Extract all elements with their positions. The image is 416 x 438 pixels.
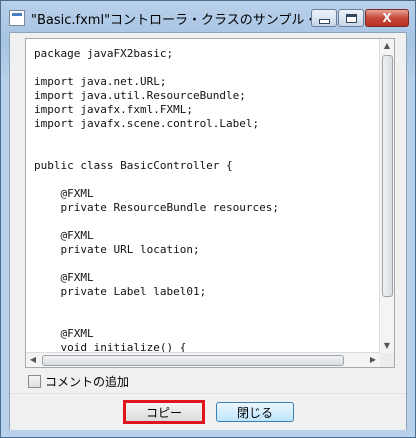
close-window-button[interactable]: X [365,9,409,27]
close-icon: X [382,11,392,25]
window-title: "Basic.fxml"コントローラ・クラスのサンプル・... [31,13,311,28]
app-icon [9,10,25,26]
scroll-up-icon[interactable]: ▲ [380,39,394,53]
horizontal-scroll-thumb[interactable] [42,355,344,366]
add-comment-checkbox[interactable] [28,374,41,388]
add-comment-label[interactable]: コメントの追加 [45,373,129,390]
add-comment-option[interactable]: コメントの追加 [28,373,129,389]
dialog-content: package javaFX2basic; import java.net.UR… [9,32,407,430]
vertical-scroll-thumb[interactable] [382,55,393,297]
maximize-button[interactable] [338,9,364,27]
scroll-left-icon[interactable]: ◀ [26,353,40,367]
close-button[interactable]: 閉じる [216,402,294,422]
vertical-scrollbar[interactable]: ▲ ▼ [379,39,394,353]
scroll-right-icon[interactable]: ▶ [366,353,380,367]
maximize-icon [345,13,357,23]
minimize-button[interactable] [311,9,337,27]
scrollbar-corner [380,353,394,367]
horizontal-scrollbar[interactable]: ◀ ▶ [26,352,380,367]
code-text[interactable]: package javaFX2basic; import java.net.UR… [34,47,394,367]
dialog-window: "Basic.fxml"コントローラ・クラスのサンプル・... X packag… [0,0,416,438]
minimize-icon [318,18,330,24]
code-text-area[interactable]: package javaFX2basic; import java.net.UR… [25,38,395,368]
copy-button[interactable]: コピー [123,400,205,424]
title-bar[interactable]: "Basic.fxml"コントローラ・クラスのサンプル・... X [1,1,415,33]
button-bar: コピー 閉じる [10,393,406,430]
scroll-down-icon[interactable]: ▼ [380,339,394,353]
